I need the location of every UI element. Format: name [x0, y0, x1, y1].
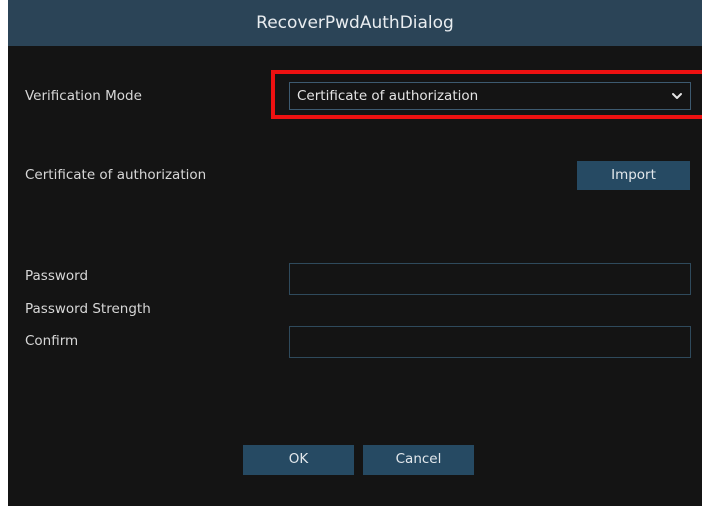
verification-mode-value: Certificate of authorization — [297, 88, 479, 104]
confirm-label: Confirm — [25, 333, 79, 349]
cancel-button[interactable]: Cancel — [363, 445, 474, 475]
dialog-title: RecoverPwdAuthDialog — [8, 0, 702, 46]
ok-button[interactable]: OK — [243, 445, 354, 475]
password-label: Password — [25, 268, 89, 284]
certificate-label: Certificate of authorization — [25, 167, 207, 183]
confirm-password-input[interactable] — [289, 326, 691, 358]
password-strength-label: Password Strength — [25, 301, 151, 317]
verification-mode-select[interactable]: Certificate of authorization — [289, 82, 691, 110]
recover-password-dialog: RecoverPwdAuthDialog Verification Mode C… — [8, 0, 702, 506]
import-button[interactable]: Import — [577, 161, 690, 190]
password-input[interactable] — [289, 263, 691, 295]
chevron-down-icon — [672, 93, 682, 99]
verification-mode-label: Verification Mode — [25, 88, 142, 104]
